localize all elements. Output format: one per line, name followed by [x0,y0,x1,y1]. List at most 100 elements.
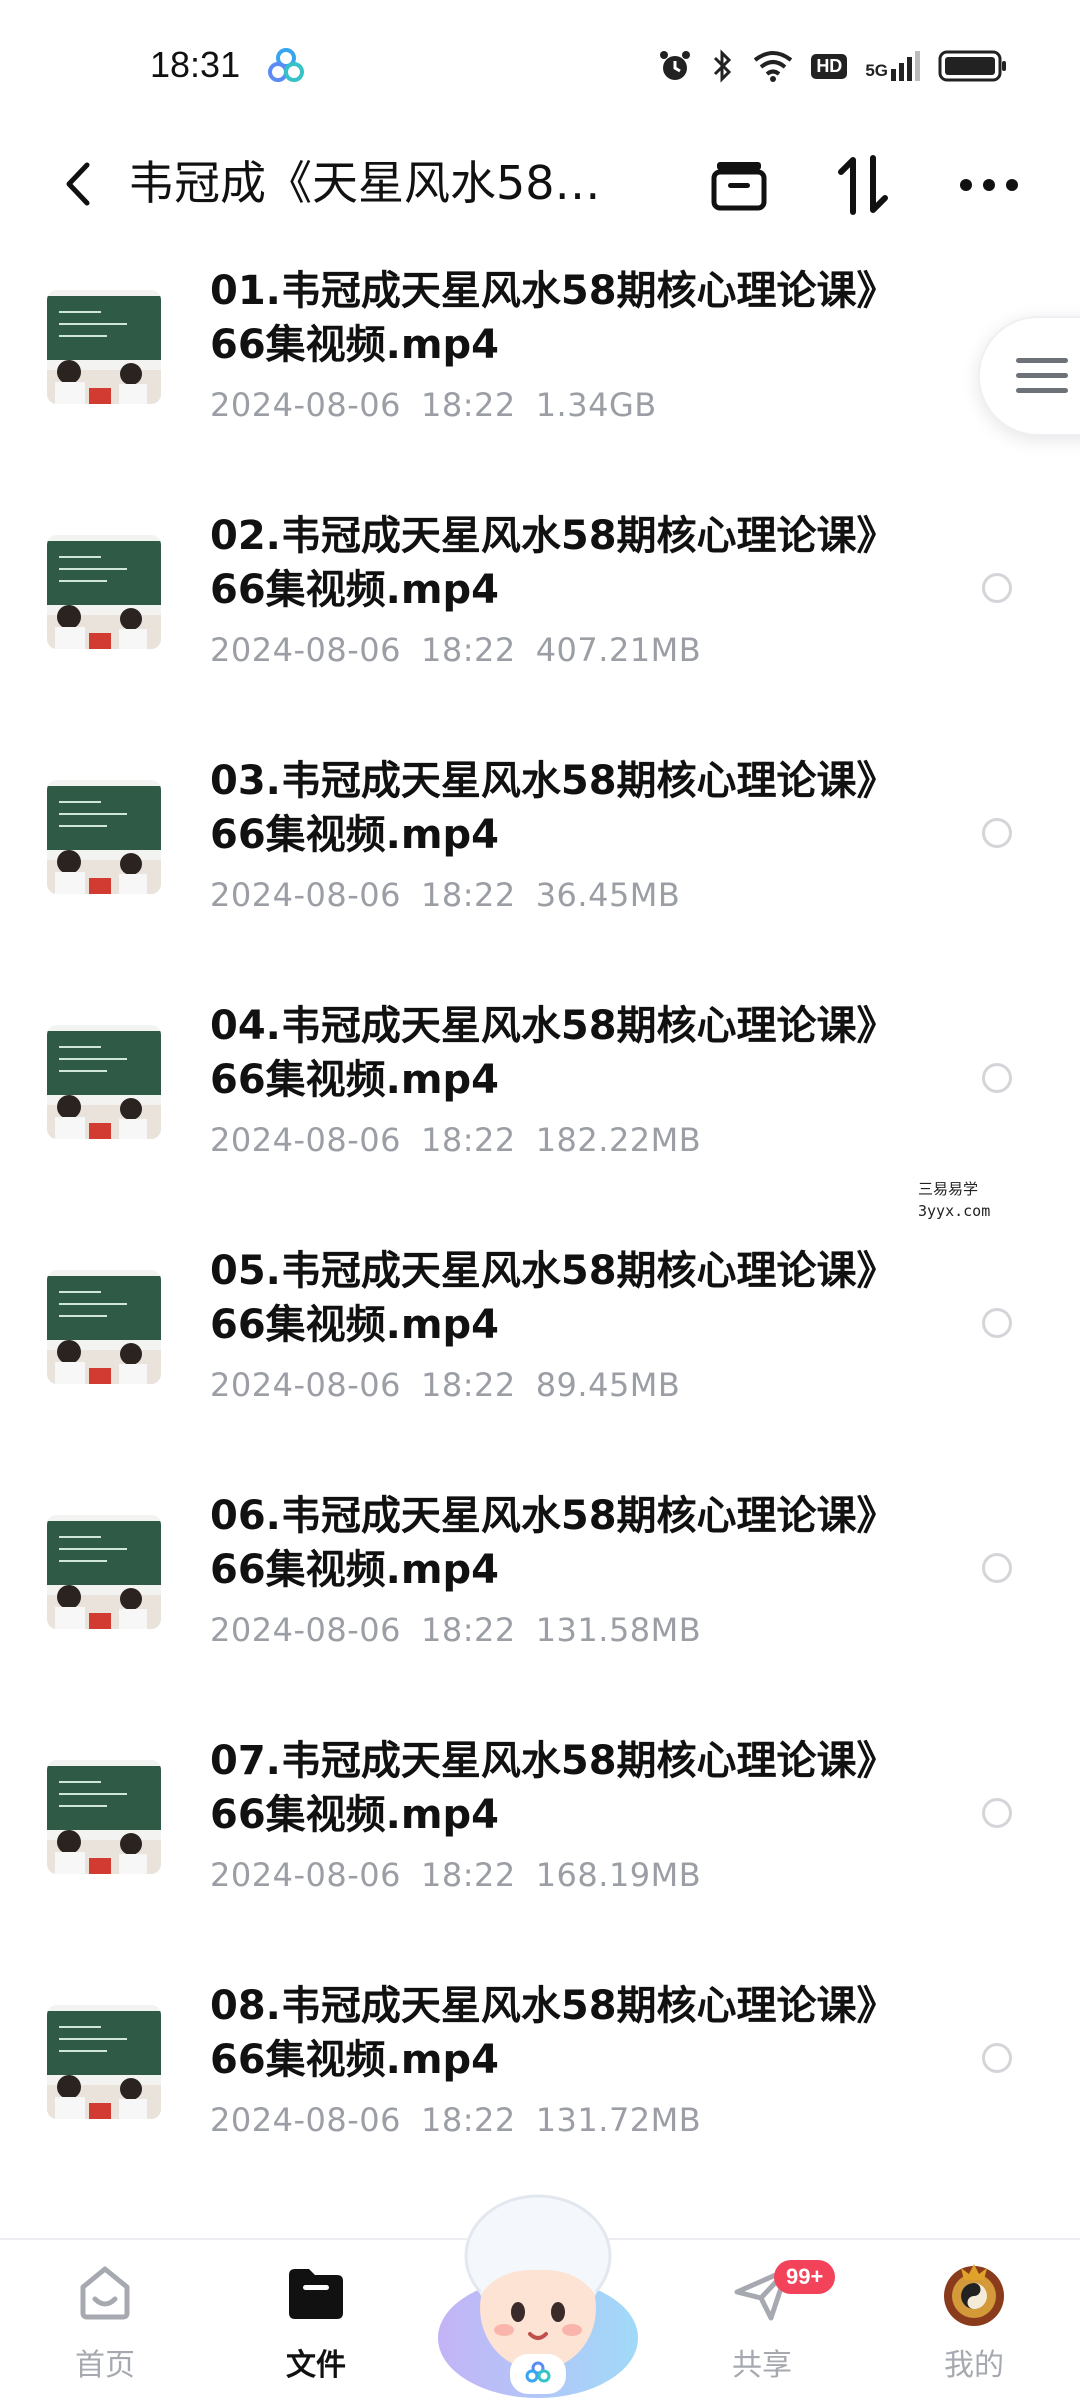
file-row[interactable]: 01.韦冠成天星风水58期核心理论课》66集视频.mp4 2024-08-06 1… [0,250,1080,495]
file-time: 18:22 [420,1611,516,1649]
file-date: 2024-08-06 [210,1121,401,1159]
hd-badge: HD [811,53,848,79]
video-thumbnail [47,1025,161,1139]
menu-icon [1016,358,1068,393]
nav-profile[interactable]: 我的 [904,2258,1044,2398]
wifi-icon [754,51,793,82]
select-radio[interactable] [982,818,1012,848]
status-bar: 18:31 HD 5G [0,0,1080,130]
file-time: 18:22 [420,1366,516,1404]
video-thumbnail [47,780,161,894]
nav-files[interactable]: 文件 [246,2258,386,2398]
file-size: 89.45MB [535,1366,681,1404]
select-radio[interactable] [982,573,1012,603]
back-icon [66,162,90,206]
file-size: 36.45MB [535,876,681,914]
select-radio[interactable] [982,1553,1012,1583]
file-time: 18:22 [420,876,516,914]
file-row[interactable]: 08.韦冠成天星风水58期核心理论课》66集视频.mp4 2024-08-06 1… [0,1965,1080,2210]
file-name: 02.韦冠成天星风水58期核心理论课》66集视频.mp4 [210,513,897,613]
file-meta: 2024-08-06 18:22 1.34GB [210,386,677,424]
file-size: 131.58MB [535,1611,702,1649]
video-thumbnail [47,2005,161,2119]
select-radio[interactable] [982,1308,1012,1338]
nav-home-label: 首页 [75,2348,135,2383]
file-size: 407.21MB [535,631,702,669]
file-meta: 2024-08-06 18:22 36.45MB [210,876,700,914]
select-radio[interactable] [982,1063,1012,1093]
video-thumbnail [47,535,161,649]
sort-button[interactable] [830,152,896,218]
file-row[interactable]: 02.韦冠成天星风水58期核心理论课》66集视频.mp4 2024-08-06 1… [0,495,1080,740]
file-meta: 2024-08-06 18:22 168.19MB [210,1856,721,1894]
file-row[interactable]: 05.韦冠成天星风水58期核心理论课》66集视频.mp4 2024-08-06 1… [0,1230,1080,1475]
page-title: 韦冠成《天星风水58期核心理论课》66集视频 [128,156,628,210]
file-date: 2024-08-06 [210,1856,401,1894]
file-name: 01.韦冠成天星风水58期核心理论课》66集视频.mp4 [210,268,897,368]
video-thumbnail [47,1515,161,1629]
select-radio[interactable] [982,1798,1012,1828]
file-name: 03.韦冠成天星风水58期核心理论课》66集视频.mp4 [210,758,897,858]
nav-home[interactable]: 首页 [35,2258,175,2398]
sort-icon [838,155,888,215]
select-radio[interactable] [982,2043,1012,2073]
bluetooth-icon [714,49,732,83]
file-meta: 2024-08-06 18:22 131.58MB [210,1611,721,1649]
file-row[interactable]: 07.韦冠成天星风水58期核心理论课》66集视频.mp4 2024-08-06 1… [0,1720,1080,1965]
network-label: 5G [865,61,888,80]
file-size: 168.19MB [535,1856,702,1894]
file-meta: 2024-08-06 18:22 182.22MB [210,1121,721,1159]
file-date: 2024-08-06 [210,2101,401,2139]
file-row[interactable]: 06.韦冠成天星风水58期核心理论课》66集视频.mp4 2024-08-06 1… [0,1475,1080,1720]
file-size: 1.34GB [535,386,657,424]
back-button[interactable] [48,154,108,214]
file-list[interactable]: 01.韦冠成天星风水58期核心理论课》66集视频.mp4 2024-08-06 1… [0,250,1080,2240]
file-meta: 2024-08-06 18:22 89.45MB [210,1366,700,1404]
assistant-mascot-button[interactable] [428,2178,648,2400]
signal-icon: 5G [865,51,920,81]
home-icon [70,2258,140,2328]
file-date: 2024-08-06 [210,631,401,669]
more-button[interactable] [956,152,1022,218]
status-icons: HD 5G [657,46,1008,86]
video-thumbnail [47,290,161,404]
nav-share[interactable]: 99+ 共享 [692,2258,836,2398]
file-date: 2024-08-06 [210,1611,401,1649]
file-time: 18:22 [420,2101,516,2139]
status-time: 18:31 [150,44,241,85]
file-name: 04.韦冠成天星风水58期核心理论课》66集视频.mp4 [210,1003,897,1103]
file-date: 2024-08-06 [210,876,401,914]
avatar-icon [939,2258,1009,2328]
file-time: 18:22 [420,386,516,424]
file-time: 18:22 [420,631,516,669]
file-size: 131.72MB [535,2101,702,2139]
file-date: 2024-08-06 [210,386,401,424]
alarm-icon [660,51,691,80]
file-date: 2024-08-06 [210,1366,401,1404]
archive-button[interactable] [706,152,772,218]
file-row[interactable]: 03.韦冠成天星风水58期核心理论课》66集视频.mp4 2024-08-06 1… [0,740,1080,985]
file-meta: 2024-08-06 18:22 131.72MB [210,2101,721,2139]
folder-icon [281,2258,351,2328]
file-name: 08.韦冠成天星风水58期核心理论课》66集视频.mp4 [210,1983,897,2083]
video-thumbnail [47,1270,161,1384]
watermark-line2: 3yyx.com [918,1202,991,1220]
file-time: 18:22 [420,1856,516,1894]
file-meta: 2024-08-06 18:22 407.21MB [210,631,721,669]
file-name: 06.韦冠成天星风水58期核心理论课》66集视频.mp4 [210,1493,897,1593]
file-name: 05.韦冠成天星风水58期核心理论课》66集视频.mp4 [210,1248,897,1348]
file-size: 182.22MB [535,1121,702,1159]
notification-badge: 99+ [774,2260,836,2294]
file-name: 07.韦冠成天星风水58期核心理论课》66集视频.mp4 [210,1738,897,1838]
watermark: 三易易学 3yyx.com [918,1178,990,1222]
more-icon [960,179,1018,191]
top-app-bar: 韦冠成《天星风水58期核心理论课》66集视频 [0,130,1080,240]
nav-files-label: 文件 [286,2348,346,2383]
archive-icon [711,162,767,211]
nav-profile-label: 我的 [944,2348,1004,2383]
cloud-app-icon [266,46,306,86]
watermark-line1: 三易易学 [918,1180,979,1198]
nav-share-label: 共享 [732,2348,792,2383]
file-time: 18:22 [420,1121,516,1159]
video-thumbnail [47,1760,161,1874]
